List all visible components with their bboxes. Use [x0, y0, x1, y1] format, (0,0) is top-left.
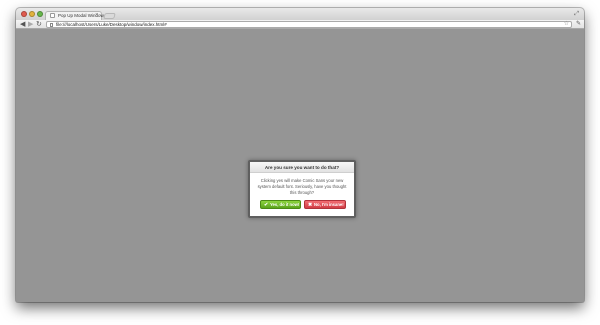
reload-icon[interactable]: ↻: [36, 20, 42, 29]
window-maximize-button[interactable]: [37, 11, 43, 17]
tab-close-icon[interactable]: ×: [95, 12, 98, 19]
browser-tab[interactable]: Pop Up Modal Window ×: [45, 11, 104, 20]
page-favicon-icon: [50, 13, 55, 18]
browser-titlebar: Pop Up Modal Window × ⤢: [16, 8, 584, 20]
confirm-modal: Are you sure you want to do that? Clicki…: [248, 160, 356, 218]
yes-button-label: Yes, do it now!: [270, 202, 300, 207]
address-url[interactable]: file:///localhost/Users/Luke/Desktop/win…: [56, 22, 167, 27]
window-close-button[interactable]: [21, 11, 27, 17]
star-icon[interactable]: ☆: [564, 21, 569, 27]
window-minimize-button[interactable]: [29, 11, 35, 17]
back-arrow-icon[interactable]: ◀: [20, 20, 25, 29]
cross-icon: ✖: [308, 202, 313, 208]
new-tab-button[interactable]: [103, 13, 116, 19]
modal-header: Are you sure you want to do that?: [250, 162, 354, 173]
page-icon: [50, 23, 53, 27]
page-overlay: Are you sure you want to do that? Clicki…: [16, 29, 584, 302]
forward-arrow-icon[interactable]: ▶: [28, 20, 33, 29]
no-button-label: No, I'm insane!: [314, 202, 344, 207]
modal-title: Are you sure you want to do that?: [264, 165, 340, 170]
fullscreen-icon[interactable]: ⤢: [574, 10, 579, 18]
browser-toolbar: ◀ ▶ ↻ file:///localhost/Users/Luke/Deskt…: [16, 20, 584, 29]
modal-message: Clicking yes will make Comic Sans your n…: [257, 178, 347, 195]
yes-button[interactable]: ✔ Yes, do it now!: [260, 200, 301, 209]
no-button[interactable]: ✖ No, I'm insane!: [304, 200, 346, 209]
wrench-icon[interactable]: ✎: [576, 20, 581, 29]
address-bar[interactable]: file:///localhost/Users/Luke/Desktop/win…: [46, 21, 572, 28]
browser-window: Pop Up Modal Window × ⤢ ◀ ▶ ↻ file:///lo…: [16, 8, 584, 302]
check-icon: ✔: [264, 202, 269, 208]
